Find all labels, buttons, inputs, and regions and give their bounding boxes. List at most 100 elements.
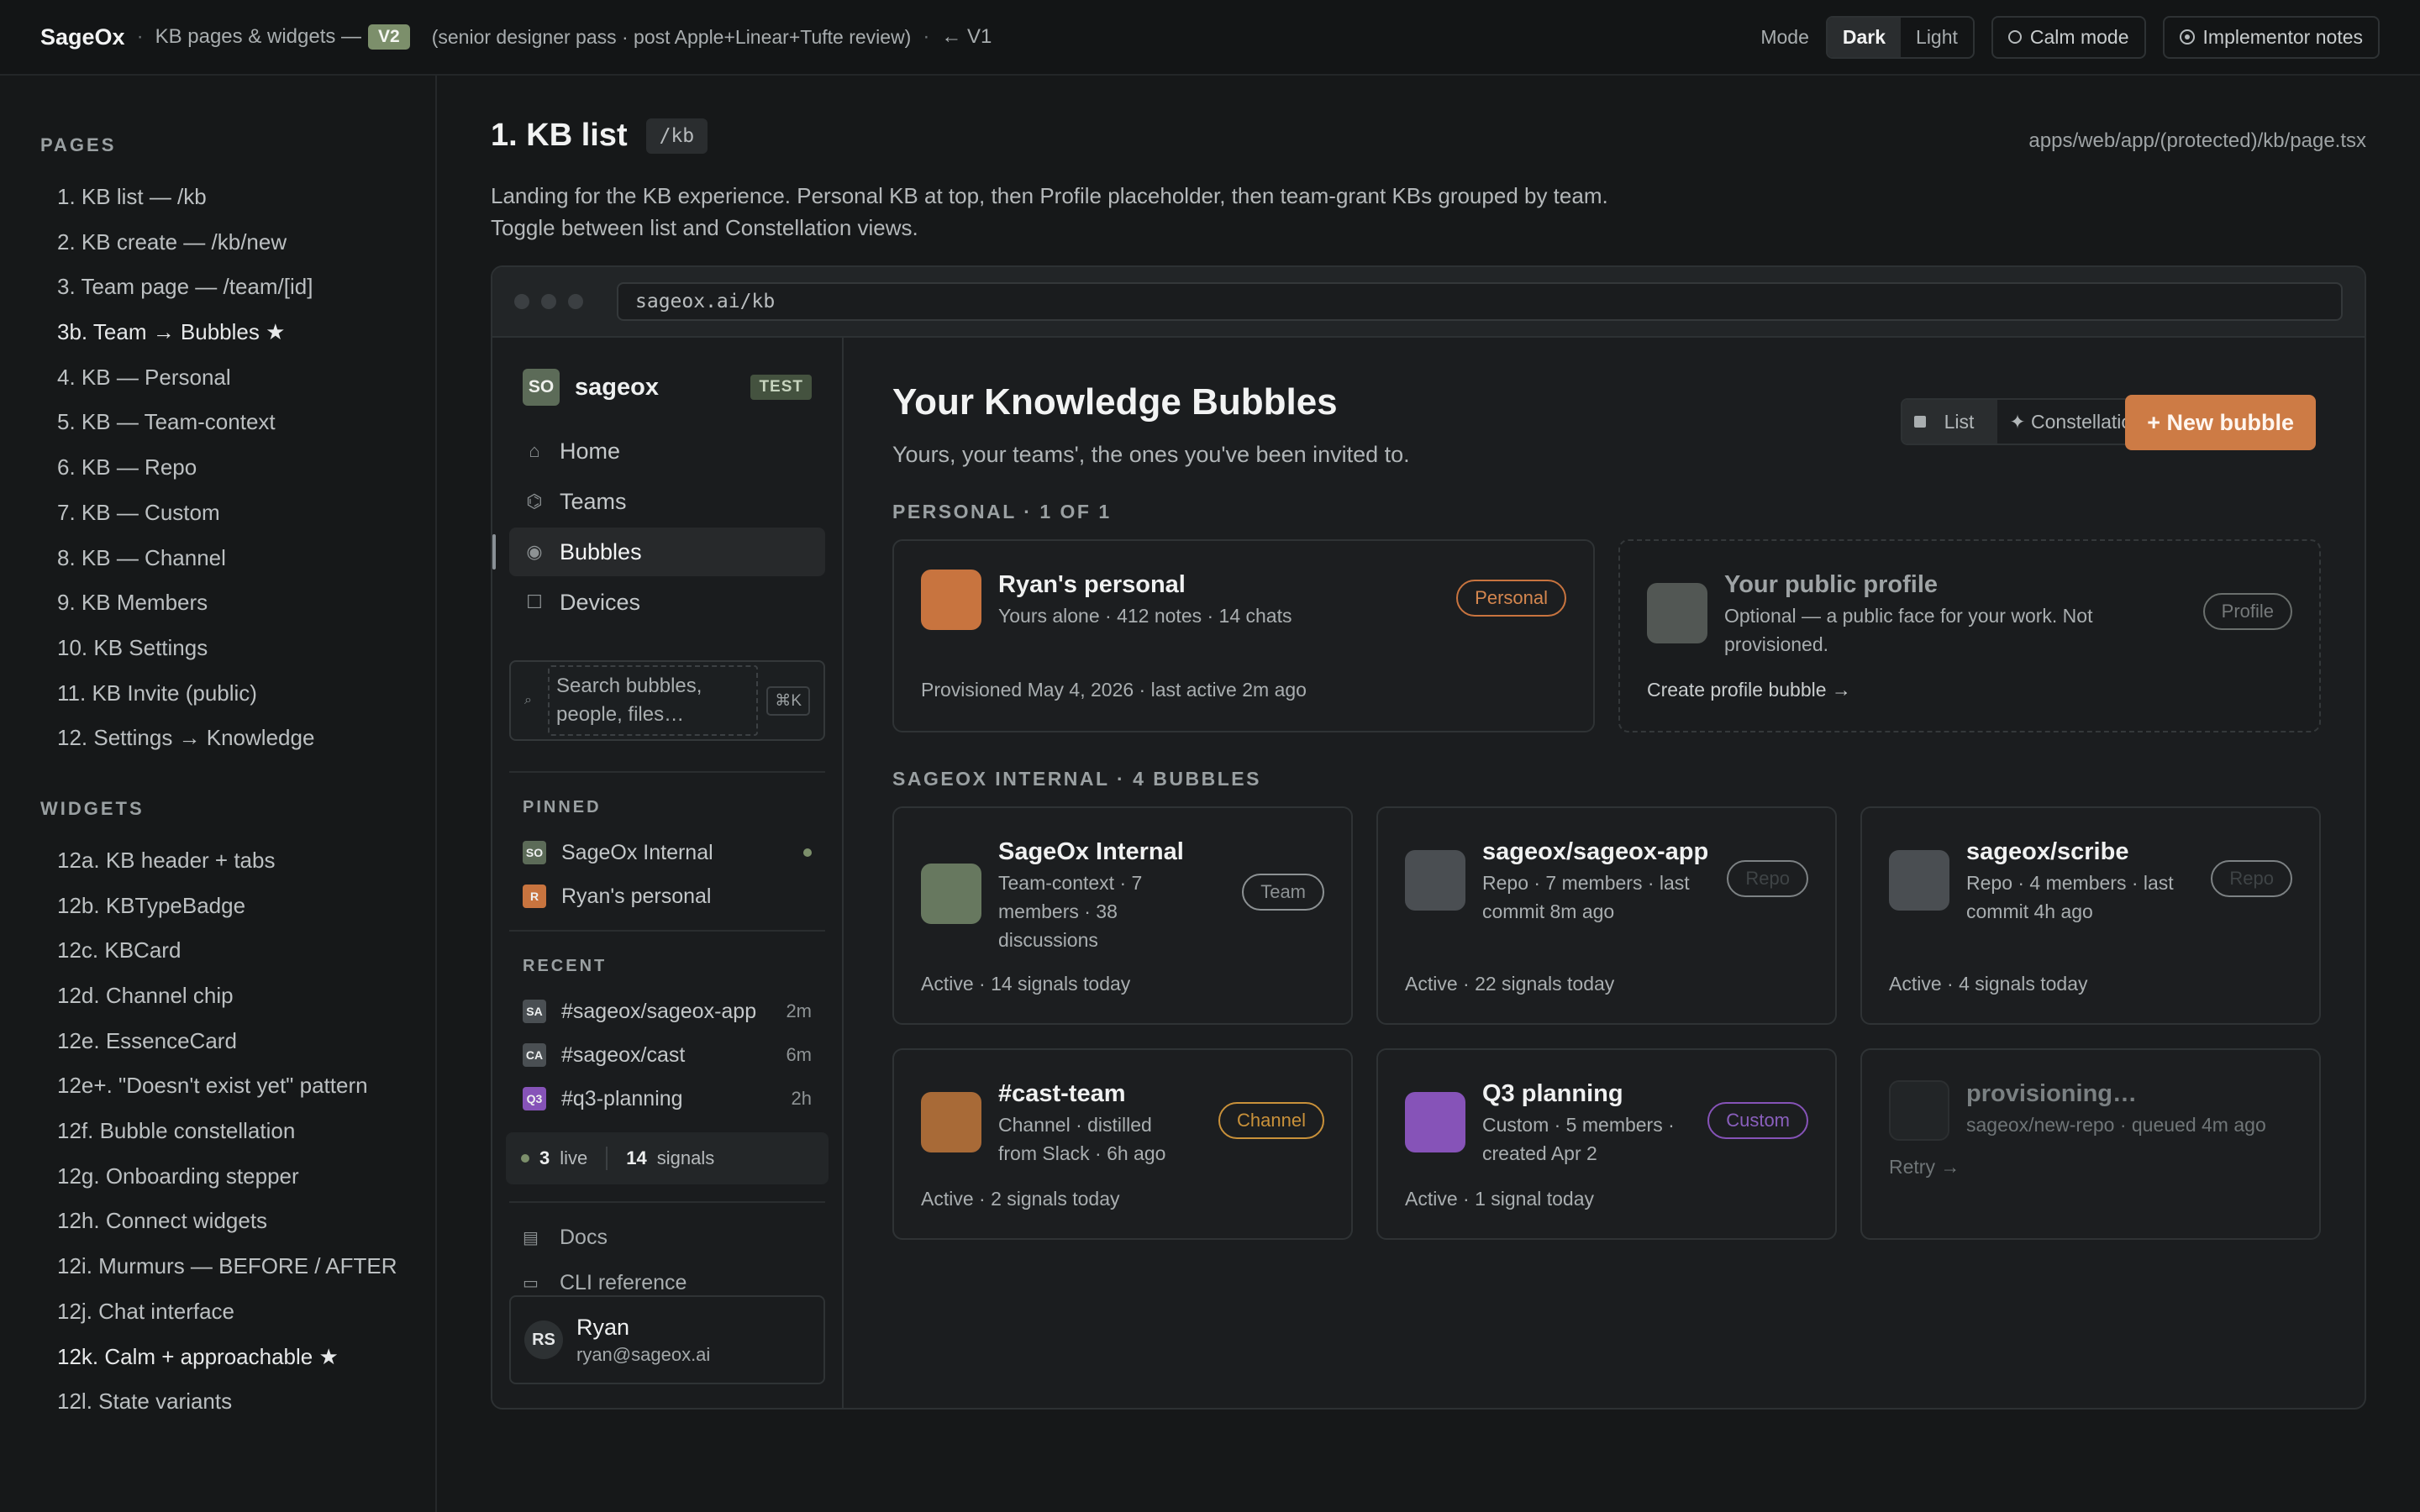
mode-label: Mode [1760,25,1809,48]
search-input[interactable]: ⌕ Search bubbles, people, files… ⌘K [509,660,825,741]
nav-widget-item[interactable]: 12c. KBCard [40,928,435,974]
type-badge-channel: Channel [1218,1102,1324,1139]
nav-page-item[interactable]: 12. Settings → Knowledge [40,716,435,761]
type-badge-team: Team [1242,874,1324,911]
nav-widget-item[interactable]: 12h. Connect widgets [40,1199,435,1244]
card-footer: Active · 14 signals today [921,973,1131,995]
pinned-item[interactable]: R Ryan's personal [509,874,825,918]
nav-page-item[interactable]: 1. KB list — /kb [40,175,435,220]
bubble-chip: CA [523,1043,546,1067]
nav-widget-item[interactable]: 12l. State variants [40,1379,435,1425]
meta-line: Channel · distilled [998,1114,1152,1136]
nav-teams[interactable]: ⌬ Teams [509,477,825,526]
recent-item[interactable]: CA #sageox/cast 6m [509,1033,825,1077]
card-footer: Active · 22 signals today [1405,973,1615,995]
type-badge-repo: Repo [2211,860,2292,897]
nav-widget-item[interactable]: 12g. Onboarding stepper [40,1154,435,1200]
bubbles-icon: ◉ [526,541,543,562]
brand-name[interactable]: SageOx [40,24,125,50]
nav-page-item[interactable]: 11. KB Invite (public) [40,671,435,717]
meta-line: from Slack · 6h ago [998,1142,1166,1164]
nav-page-item[interactable]: 10. KB Settings [40,626,435,671]
workspace-switcher[interactable]: SO sageox TEST [509,368,825,407]
workspace-avatar: SO [523,369,560,406]
recent-label: #sageox/sageox-app [561,999,757,1023]
nav-widget-item[interactable]: 12e. EssenceCard [40,1019,435,1064]
new-bubble-button[interactable]: + New bubble [2125,395,2316,450]
description-line: Toggle between list and Constellation vi… [491,215,918,240]
kb-card-personal[interactable]: Ryan's personal Yours alone · 412 notes … [892,539,1595,732]
nav-widget-item[interactable]: 12f. Bubble constellation [40,1109,435,1154]
mode-dark-button[interactable]: Dark [1827,17,1902,57]
recent-item[interactable]: SA #sageox/sageox-app 2m [509,990,825,1033]
bubble-icon [921,1092,981,1152]
card-title: SageOx Internal [998,838,1184,865]
user-card[interactable]: RS Ryan ryan@sageox.ai [509,1295,825,1384]
recent-item[interactable]: Q3 #q3-planning 2h [509,1077,825,1121]
meta-line: discussions [998,929,1098,951]
nav-widget-item[interactable]: 12a. KB header + tabs [40,838,435,884]
kb-card-profile[interactable]: Your public profile Optional — a public … [1618,539,2321,732]
card-title: #cast-team [998,1080,1126,1107]
kb-card-team[interactable]: SageOx Internal Team-context · 7 members… [892,806,1353,1025]
nav-page-item[interactable]: 3. Team page — /team/[id] [40,265,435,310]
back-to-v1-link[interactable]: ← V1 [941,25,992,49]
nav-label: Bubbles [560,538,642,564]
avatar: RS [524,1320,563,1359]
target-icon [2179,29,2195,45]
devices-icon: ☐ [526,591,543,612]
nav-widget-item[interactable]: 12j. Chat interface [40,1289,435,1335]
kb-card-provisioning: provisioning… sageox/new-repo · queued 4… [1860,1048,2321,1240]
pinned-label: SageOx Internal [561,840,713,864]
nav-bubbles[interactable]: ◉ Bubbles [492,528,825,576]
home-icon: ⌂ [529,440,540,461]
card-meta: Yours alone · 412 notes · 14 chats [998,605,1292,627]
calm-mode-button[interactable]: Calm mode [1991,15,2146,59]
app-shell: SO sageox TEST ⌂ Home ⌬ Teams ◉ Bubbles [492,338,2365,1408]
mode-light-button[interactable]: Light [1901,18,1973,57]
nav-page-item[interactable]: 2. KB create — /kb/new [40,220,435,265]
nav-page-item[interactable]: 4. KB — Personal [40,355,435,401]
calm-mode-label: Calm mode [2029,25,2129,48]
window-dot [514,294,529,309]
recent-label: #sageox/cast [561,1042,686,1067]
nav-widget-item[interactable]: 12d. Channel chip [40,974,435,1019]
workspace-name: sageox [575,373,659,401]
nav-page-item[interactable]: 5. KB — Team-context [40,400,435,445]
card-meta: Channel · distilled from Slack · 6h ago [998,1110,1165,1168]
pinned-item[interactable]: SO SageOx Internal [509,831,825,874]
divider [509,771,825,773]
nav-page-item[interactable]: 6. KB — Repo [40,445,435,491]
nav-page-item[interactable]: 8. KB — Channel [40,536,435,581]
nav-page-item[interactable]: 3b. Team → Bubbles ★ [40,310,435,355]
book-icon: ▤ [523,1228,539,1247]
bubbles-subtitle: Yours, your teams', the ones you've been… [892,442,1410,467]
nav-home[interactable]: ⌂ Home [509,427,825,475]
nav-page-item[interactable]: 7. KB — Custom [40,491,435,536]
nav-widget-item[interactable]: 12e+. "Doesn't exist yet" pattern [40,1063,435,1109]
placeholder-line: people, files… [556,703,685,726]
nav-page-item[interactable]: 9. KB Members [40,580,435,626]
nav-widget-item[interactable]: 12k. Calm + approachable ★ [40,1335,435,1380]
kb-card-repo[interactable]: sageox/sageox-app Repo · 7 members · las… [1376,806,1837,1025]
view-list-button[interactable]: List [1902,400,1998,444]
mode-toggle: Dark Light [1825,15,1975,59]
url-bar[interactable]: sageox.ai/kb [617,282,2343,321]
bubble-icon [1647,583,1707,643]
app-main: Your Knowledge Bubbles Yours, your teams… [844,338,2365,1408]
meta-line: members · 38 [998,900,1118,922]
nav-devices[interactable]: ☐ Devices [509,578,825,627]
type-badge-custom: Custom [1707,1102,1808,1139]
docs-link[interactable]: ▤ Docs [509,1215,825,1260]
card-footer: Active · 2 signals today [921,1188,1120,1210]
version-note: (senior designer pass · post Apple+Linea… [431,25,912,48]
implementor-notes-button[interactable]: Implementor notes [2162,15,2380,59]
create-profile-link[interactable]: Create profile bubble → [1647,679,1851,701]
retry-link[interactable]: Retry → [1889,1156,1960,1179]
kb-card-custom[interactable]: Q3 planning Custom · 5 members · created… [1376,1048,1837,1240]
kb-card-channel[interactable]: #cast-team Channel · distilled from Slac… [892,1048,1353,1240]
separator: · [136,25,144,48]
kb-card-repo[interactable]: sageox/scribe Repo · 4 members · last co… [1860,806,2321,1025]
nav-widget-item[interactable]: 12i. Murmurs — BEFORE / AFTER [40,1244,435,1289]
nav-widget-item[interactable]: 12b. KBTypeBadge [40,884,435,929]
